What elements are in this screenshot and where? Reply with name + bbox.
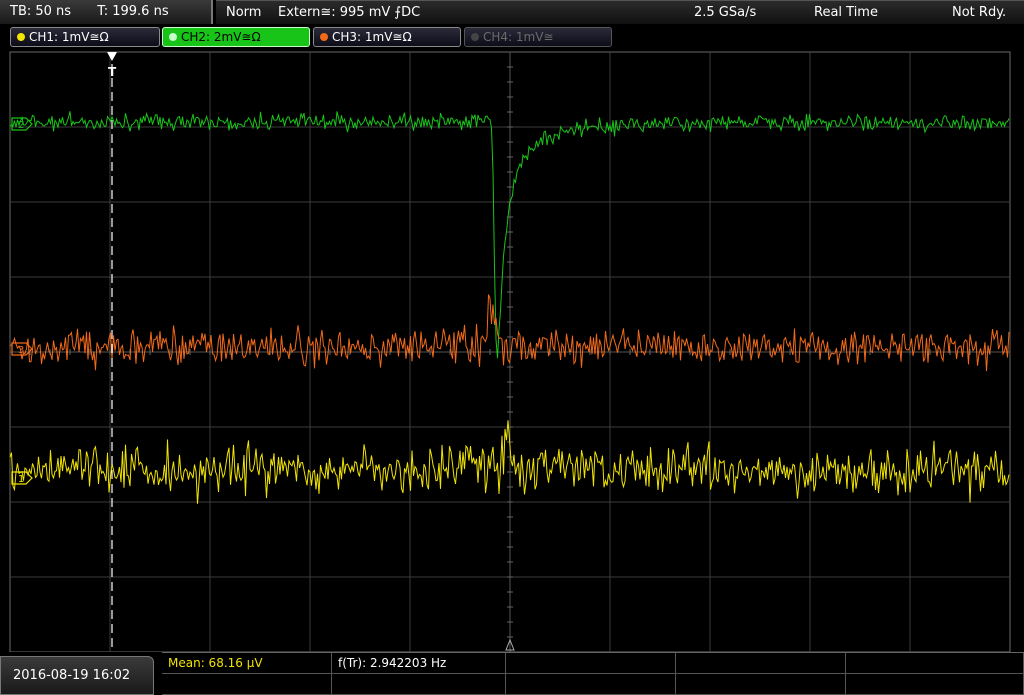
acquisition-state: Not Rdy. <box>952 5 1007 20</box>
top-status-bar: TB: 50 ns T: 199.6 ns Norm Extern≅: 995 … <box>0 0 1024 24</box>
channel-1-button[interactable]: CH1: 1mV≅Ω <box>10 27 160 47</box>
measurement-slot-3[interactable] <box>506 653 676 674</box>
measurement-slot-8[interactable] <box>506 674 676 695</box>
trigger-mode: Norm <box>226 5 262 20</box>
acquisition-mode: Real Time <box>814 5 878 20</box>
frequency-measurement[interactable]: f(Tr): 2.942203 Hz <box>332 653 506 674</box>
channel-2-dot-icon <box>169 33 177 41</box>
channel-4-label: CH4: 1mV≅ <box>483 30 554 44</box>
channel-3-label: CH3: 1mV≅Ω <box>332 30 412 44</box>
timebase-panel[interactable]: TB: 50 ns T: 199.6 ns <box>0 0 213 24</box>
channel-bar: CH1: 1mV≅Ω CH2: 2mV≅Ω CH3: 1mV≅Ω CH4: 1m… <box>0 26 1024 48</box>
mean-measurement[interactable]: Mean: 68.16 µV <box>162 653 332 674</box>
channel-4-dot-icon <box>471 33 479 41</box>
measurement-slot-9[interactable] <box>676 674 846 695</box>
sample-rate: 2.5 GSa/s <box>694 5 757 20</box>
bottom-bar: 2016-08-19 16:02 Mean: 68.16 µV f(Tr): 2… <box>0 652 1024 695</box>
channel-1-ground-marker-label: 1 <box>18 474 24 485</box>
trigger-status-strip[interactable]: Norm Extern≅: 995 mV ⨍DC 2.5 GSa/s Real … <box>216 0 1024 24</box>
datetime-display: 2016-08-19 16:02 <box>0 656 154 695</box>
waveform-canvas[interactable]: 2 3 1 T <box>0 50 1024 652</box>
channel-2-label: CH2: 2mV≅Ω <box>181 30 261 44</box>
waveform-display[interactable]: 2 3 1 T <box>0 50 1024 652</box>
measurement-slot-10[interactable] <box>846 674 1024 695</box>
channel-2-ground-marker-label: 2 <box>18 120 24 131</box>
channel-3-dot-icon <box>320 33 328 41</box>
channel-4-button[interactable]: CH4: 1mV≅ <box>464 27 612 47</box>
channel-2-button[interactable]: CH2: 2mV≅Ω <box>162 27 310 47</box>
measurement-table: Mean: 68.16 µV f(Tr): 2.942203 Hz <box>162 652 1024 695</box>
trigger-source: Extern≅: 995 mV ⨍DC <box>278 5 421 20</box>
channel-1-dot-icon <box>17 33 25 41</box>
trigger-position-label: T <box>108 65 117 79</box>
channel-3-ground-marker-label: 3 <box>18 345 24 356</box>
channel-3-button[interactable]: CH3: 1mV≅Ω <box>313 27 461 47</box>
timebase-value: TB: 50 ns <box>10 4 72 19</box>
measurement-slot-7[interactable] <box>332 674 506 695</box>
channel-1-label: CH1: 1mV≅Ω <box>29 30 109 44</box>
measurement-slot-6[interactable] <box>162 674 332 695</box>
measurement-slot-5[interactable] <box>846 653 1024 674</box>
trigger-time-value: T: 199.6 ns <box>97 4 169 19</box>
measurement-slot-4[interactable] <box>676 653 846 674</box>
